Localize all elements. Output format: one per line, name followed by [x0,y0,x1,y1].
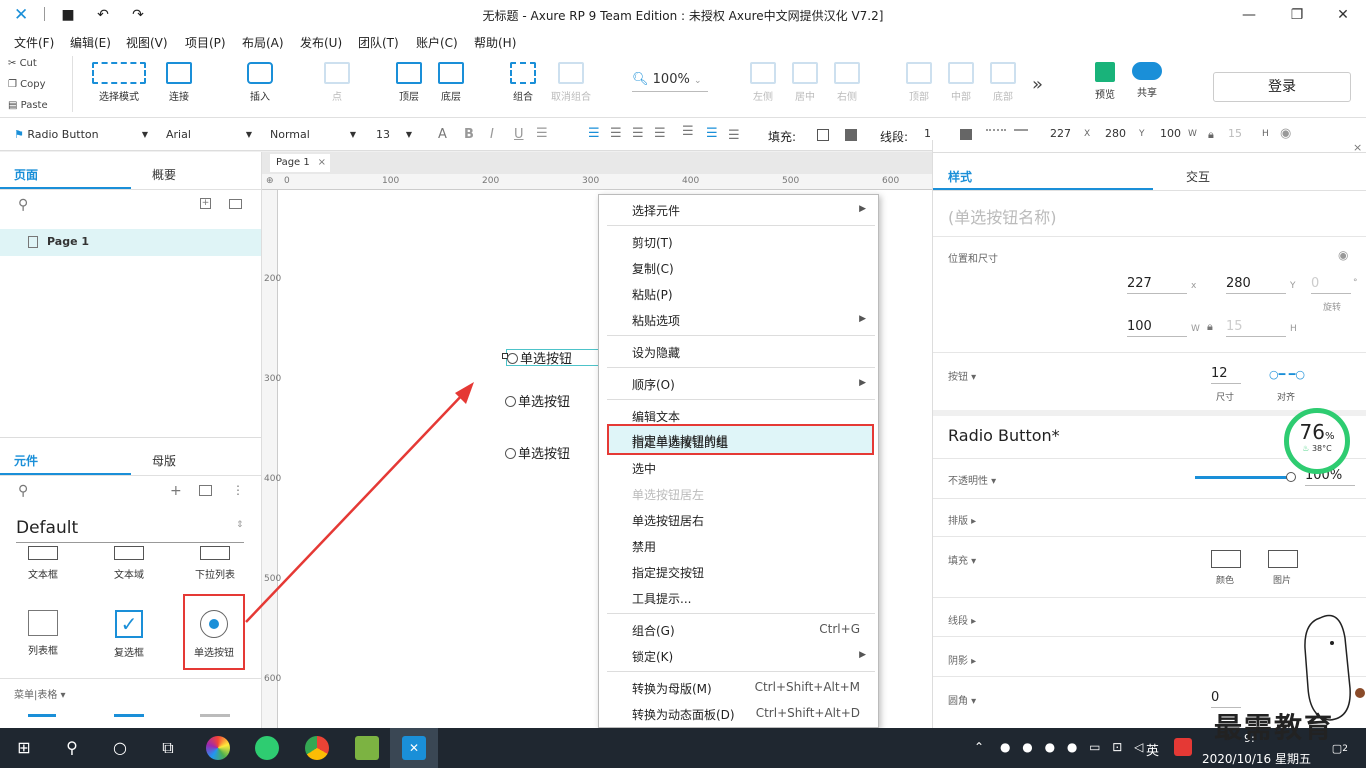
submenu-arrow-icon: ▶ [859,204,866,214]
rotation-label: 旋转 [1323,303,1342,313]
chrome-icon[interactable] [305,736,329,760]
eye-icon[interactable]: ◉ [1338,248,1348,262]
search-icon[interactable]: ⚲ [48,728,96,768]
degree-unit: ° [1353,278,1358,288]
menu-item-group[interactable]: 组合(G) [632,622,675,639]
color-app-icon[interactable] [206,736,230,760]
menu-item-set-hidden[interactable]: 设为隐藏 [632,344,680,361]
menu-item-selected[interactable]: 选中 [632,460,656,477]
task-view-icon[interactable]: ⧉ [144,728,192,768]
menu-item-paste-options[interactable]: 粘贴选项 [632,312,680,329]
cortana-icon[interactable]: ○ [96,728,144,768]
w-input[interactable]: 100 [1127,319,1187,337]
y-unit: Y [1290,281,1296,291]
tray-chevron-icon[interactable]: ⌃ [974,740,984,754]
submenu-arrow-icon: ▶ [859,378,866,388]
sogou-icon[interactable] [1174,738,1192,756]
menu-item-convert-master[interactable]: 转换为母版(M) [632,680,712,697]
menu-item-radio-left[interactable]: 单选按钮居左 [632,486,704,503]
arrow-line [245,391,466,623]
gauge-value: 76% [1299,420,1335,444]
x-unit: x [1191,281,1197,291]
layout-section[interactable]: 排版 ▸ [948,512,976,527]
gauge-temp: ♨ 38°C [1302,444,1332,453]
rotation-input[interactable]: 0 [1311,276,1351,294]
widget-style-name[interactable]: Radio Button* [948,426,1060,445]
menu-item-paste[interactable]: 粘贴(P) [632,286,673,303]
shadow-section[interactable]: 阴影 ▸ [948,652,976,667]
fill-image-swatch[interactable] [1268,550,1298,568]
tab-interaction[interactable]: 交互 [1186,168,1210,185]
position-size-label: 位置和尺寸 [948,254,998,265]
menu-item-assign-submit[interactable]: 指定提交按钮 [632,564,704,581]
axure-icon: ✕ [402,736,426,760]
menu-item-disabled[interactable]: 禁用 [632,538,656,555]
align-radio-icon[interactable]: ○━ ━○ [1269,368,1305,381]
menu-item-lock[interactable]: 锁定(K) [632,648,673,665]
shortcut-label: Ctrl+Shift+Alt+M [754,680,860,694]
menu-item-convert-dynamic-panel[interactable]: 转换为动态面板(D) [632,706,735,723]
submenu-arrow-icon: ▶ [859,314,866,324]
ime-indicator[interactable]: 英 [1146,740,1159,759]
opacity-slider-handle[interactable] [1286,472,1296,482]
menu-item-tooltip[interactable]: 工具提示... [632,590,691,607]
stroke-section[interactable]: 线段 ▸ [948,612,976,627]
w-unit: W [1191,324,1200,334]
h-input[interactable]: 15 [1226,319,1286,337]
menu-item-copy[interactable]: 复制(C) [632,260,674,277]
corner-section[interactable]: 圆角 ▾ [948,692,976,707]
widget-name-input[interactable]: (单选按钮名称) [948,204,1057,228]
menu-item-edit-text[interactable]: 编辑文本 [632,408,680,425]
clock-date[interactable]: 2020/10/16 星期五 [1202,750,1311,767]
menu-item-cut[interactable]: 剪切(T) [632,234,673,251]
button-section-label[interactable]: 按钮 ▾ [948,368,976,383]
context-menu: 选择元件 ▶ 剪切(T) 复制(C) 粘贴(P) 粘贴选项 ▶ 设为隐藏 顺序(… [598,194,879,728]
watermark-logo: 最需教育 [1214,711,1335,744]
wechat-icon[interactable] [255,736,279,760]
fill-color-label: 颜色 [1216,576,1235,586]
opacity-slider[interactable] [1195,476,1291,479]
axure-taskbar-item[interactable]: ✕ [390,728,438,768]
opacity-label[interactable]: 不透明性 ▾ [948,472,996,487]
shortcut-label: Ctrl+Shift+Alt+D [755,706,860,720]
tab-style[interactable]: 样式 [948,168,972,185]
submenu-arrow-icon: ▶ [859,650,866,660]
thermometer-icon: ♨ [1302,444,1310,453]
menu-item-assign-radio-group[interactable]: 指定单选按钮的组 [632,434,728,451]
button-size-label: 尺寸 [1216,393,1235,403]
fill-color-swatch[interactable] [1211,550,1241,568]
h-unit: H [1290,324,1297,334]
menu-item-select-widget[interactable]: 选择元件 [632,202,680,219]
y-input[interactable]: 280 [1226,276,1286,294]
image-app-icon[interactable] [355,736,379,760]
align-label: 对齐 [1277,393,1296,403]
tray-icons[interactable]: ● ● ● ● ▭ ⊡ ◁ [1000,740,1147,754]
lock-icon[interactable]: 🔒︎ [1207,320,1213,334]
button-size-input[interactable]: 12 [1211,366,1241,384]
fill-image-label: 图片 [1273,576,1292,586]
menu-item-order[interactable]: 顺序(O) [632,376,675,393]
shortcut-label: Ctrl+G [819,622,860,636]
performance-gauge[interactable]: 76% ♨ 38°C [1284,408,1350,474]
menu-item-radio-right[interactable]: 单选按钮居右 [632,512,704,529]
windows-start-icon[interactable]: ⊞ [0,728,48,768]
windows-taskbar: ⊞ ⚲ ○ ⧉ ✕ ⌃ ● ● ● ● ▭ ⊡ ◁ 英 9: 2020/10/1… [0,728,1366,768]
fill-section[interactable]: 填充 ▾ [948,552,976,567]
x-input[interactable]: 227 [1127,276,1187,294]
